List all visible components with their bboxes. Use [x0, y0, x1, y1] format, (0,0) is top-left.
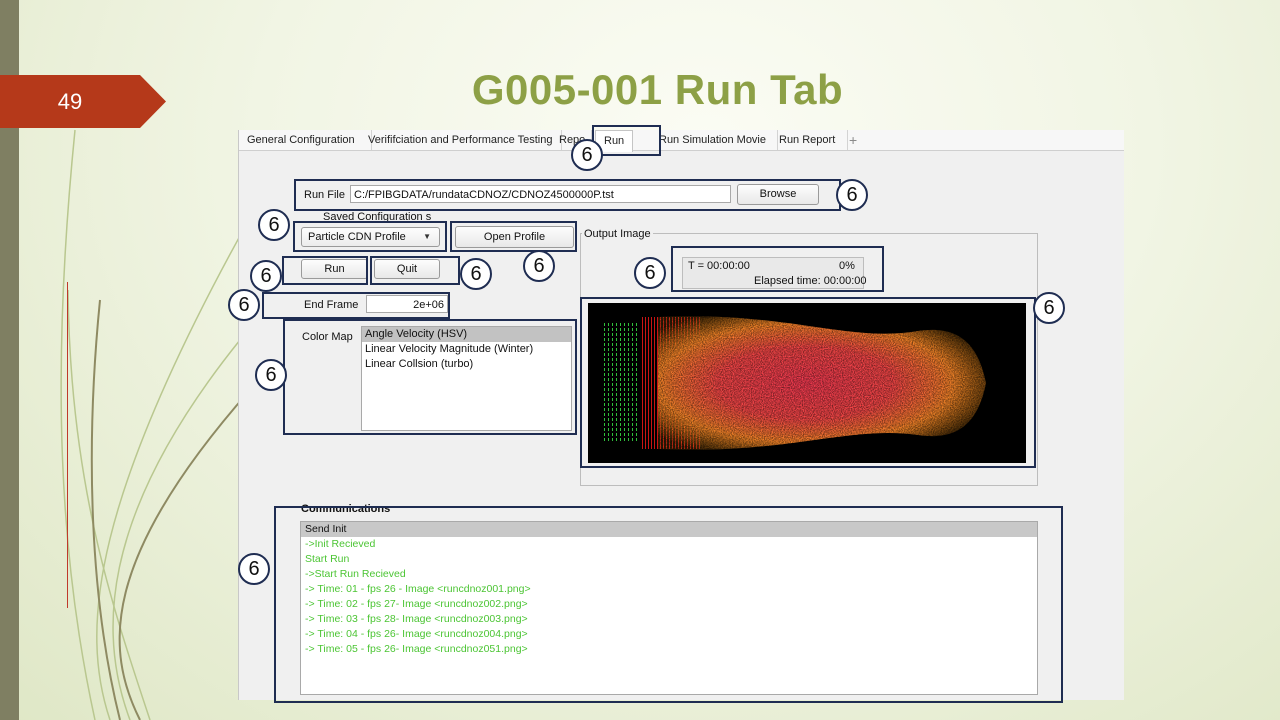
output-image-label: Output Image: [582, 228, 653, 240]
slide-accent-line: [67, 282, 68, 608]
annotation-badge: 6: [228, 289, 260, 321]
highlight-output-image: [580, 297, 1036, 468]
annotation-badge: 6: [836, 179, 868, 211]
annotation-badge: 6: [571, 139, 603, 171]
annotation-badge: 6: [460, 258, 492, 290]
tab-label: Run Simulation Movie: [659, 134, 766, 146]
tab-label: General Configuration: [247, 134, 355, 146]
slide-title: G005-001 Run Tab: [471, 66, 844, 113]
tab-bar: General Configuration Verififciation and…: [239, 130, 1124, 152]
highlight-end-frame: [262, 292, 450, 319]
highlight-communications: [274, 506, 1063, 703]
tab-label: Verififciation and Performance Testing: [368, 134, 553, 146]
highlight-run-file: [294, 179, 841, 211]
highlight-progress: [671, 246, 884, 292]
annotation-badge: 6: [238, 553, 270, 585]
add-tab-icon[interactable]: +: [849, 130, 857, 150]
highlight-run-button: [282, 256, 368, 285]
annotation-badge: 6: [1033, 292, 1065, 324]
highlight-color-map: [283, 319, 577, 435]
annotation-badge: 6: [255, 359, 287, 391]
annotation-badge: 6: [523, 250, 555, 282]
annotation-badge: 6: [258, 209, 290, 241]
tab-label: Run Report: [779, 134, 836, 146]
tab-general-configuration[interactable]: General Configuration: [239, 130, 372, 150]
annotation-badge: 6: [634, 257, 666, 289]
tab-run-report[interactable]: Run Report: [771, 130, 848, 150]
highlight-quit-button: [370, 256, 460, 285]
highlight-open-profile: [450, 221, 577, 252]
annotation-badge: 6: [250, 260, 282, 292]
tab-run-simulation-movie[interactable]: Run Simulation Movie: [651, 130, 778, 150]
tab-verification-performance[interactable]: Verififciation and Performance Testing: [360, 130, 562, 150]
highlight-saved-config: [293, 221, 447, 252]
